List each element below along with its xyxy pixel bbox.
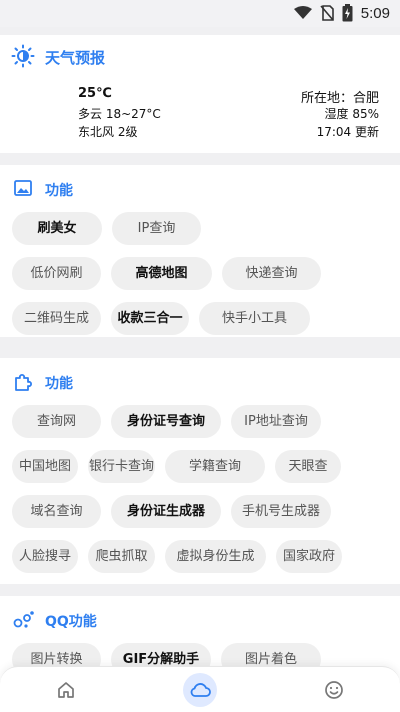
chip-low-price-brush[interactable]: 低价网刷 (12, 257, 101, 290)
chip-china-map[interactable]: 中国地图 (12, 450, 78, 483)
cloud-icon (190, 683, 211, 697)
chip-face-search[interactable]: 人脸搜寻 (12, 540, 78, 573)
status-time: 5:09 (360, 4, 390, 22)
chip-ip-address-query[interactable]: IP地址查询 (231, 405, 321, 438)
bubbles-icon (13, 611, 34, 628)
section-3-title: QQ功能 (45, 614, 97, 630)
weather-card[interactable]: 天气预报 25℃ 多云 18~27°C 东北风 2级 所在地：合肥 湿度 85%… (0, 35, 400, 153)
chip-virtual-identity[interactable]: 虚拟身份生成 (165, 540, 266, 573)
section-2-title: 功能 (45, 376, 73, 392)
home-icon (58, 682, 74, 698)
wifi-icon (293, 6, 312, 19)
smile-icon (325, 681, 343, 699)
chip-domain-query[interactable]: 域名查询 (12, 495, 101, 528)
function-section-2: 功能 查询网 身份证号查询 IP地址查询 中国地图 银行卡查询 学籍查询 天眼查… (0, 358, 400, 584)
bottom-nav (0, 666, 400, 712)
chip-id-number-query[interactable]: 身份证号查询 (111, 405, 221, 438)
weather-title: 天气预报 (45, 49, 106, 67)
no-sim-icon (320, 5, 334, 21)
chip-payment-3in1[interactable]: 收款三合一 (111, 302, 189, 335)
chip-ip-query[interactable]: IP查询 (112, 212, 201, 245)
weather-condition: 多云 18~27°C (78, 107, 161, 121)
puzzle-icon (15, 374, 32, 391)
nav-home[interactable] (49, 673, 83, 707)
image-icon (14, 180, 32, 196)
chip-crawler[interactable]: 爬虫抓取 (88, 540, 155, 573)
chip-qrcode-generator[interactable]: 二维码生成 (12, 302, 101, 335)
chip-amap[interactable]: 高德地图 (111, 257, 212, 290)
weather-temp: 25℃ (78, 86, 112, 101)
chip-school-record-query[interactable]: 学籍查询 (165, 450, 265, 483)
nav-cloud[interactable] (183, 673, 217, 707)
function-section-1: 功能 刷美女 IP查询 低价网刷 高德地图 快递查询 二维码生成 收款三合一 快… (0, 165, 400, 337)
chip-tianyancha[interactable]: 天眼查 (275, 450, 341, 483)
chip-beauty[interactable]: 刷美女 (12, 212, 102, 245)
chip-government[interactable]: 国家政府 (276, 540, 342, 573)
weather-location: 所在地：合肥 (300, 91, 379, 106)
chip-query-site[interactable]: 查询网 (12, 405, 101, 438)
section-1-title: 功能 (45, 183, 73, 199)
nav-profile[interactable] (317, 673, 351, 707)
chip-kuaishou-tools[interactable]: 快手小工具 (199, 302, 310, 335)
weather-humidity: 湿度 85% (324, 107, 380, 121)
battery-charging-icon (342, 4, 353, 22)
chip-bank-card-query[interactable]: 银行卡查询 (88, 450, 155, 483)
sun-cloud-icon (11, 44, 35, 68)
weather-wind: 东北风 2级 (78, 125, 138, 139)
status-bar: 5:09 (0, 0, 400, 27)
weather-updated: 17:04 更新 (316, 125, 379, 139)
chip-id-generator[interactable]: 身份证生成器 (111, 495, 221, 528)
chip-express-query[interactable]: 快递查询 (222, 257, 321, 290)
chip-phone-generator[interactable]: 手机号生成器 (231, 495, 331, 528)
